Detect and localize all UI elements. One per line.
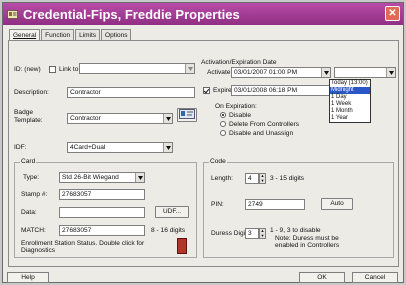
duration-option[interactable]: 1 Week [330,101,370,108]
properties-window: Credential-Fips, Freddie Properties ✕ Ge… [2,2,404,283]
chevron-down-icon [135,173,144,182]
app-icon [7,9,18,20]
length-hint: 3 - 15 digits [270,175,305,182]
duration-dropdown-list[interactable]: Today (13:00) Midnight 1 Day 1 Week 1 Mo… [329,79,371,123]
activate-datetime[interactable]: 03/01/2007 01:00 PM [231,67,331,78]
duress-hint: 1 - 9, 3 to disable [270,227,321,234]
stamp-input[interactable]: 27683057 [59,189,145,200]
id-label: ID: (new) [14,66,41,73]
card-group-title: Card [20,158,37,166]
close-button[interactable]: ✕ [385,6,400,21]
chevron-down-icon [321,68,330,77]
badge-template-select[interactable]: Contractor [67,113,173,124]
link-to-select[interactable] [79,63,195,74]
cancel-button[interactable]: Cancel [352,272,398,283]
badge-template-label: Badge Template: [14,109,43,124]
expires-checkbox[interactable] [203,87,210,94]
link-to-checkbox[interactable] [49,66,56,73]
enrollment-status-text: Enrollment Station Status. Double click … [21,240,145,254]
match-value: 27683057 [62,227,92,234]
auto-button[interactable]: Auto [321,198,353,210]
expires-value: 03/01/2008 06:18 PM [234,87,298,94]
duress-spinner[interactable]: ▲ ▼ [259,228,266,239]
pin-label: PIN: [211,201,224,208]
match-input[interactable]: 27683057 [59,225,145,236]
radio-disable-and-unassign[interactable] [220,130,226,136]
duration-option-selected[interactable]: Midnight [330,87,370,94]
expires-datetime[interactable]: 03/01/2008 06:18 PM [231,85,331,96]
radio-disable-label: Disable [229,112,251,119]
idf-value: 4Card+Dual [70,144,106,151]
duress-input[interactable]: 3 [245,228,259,239]
length-input[interactable]: 4 [245,173,259,184]
radio-delete-label: Delete From Controllers [229,121,299,128]
match-hint: 8 - 16 digits [151,227,186,234]
chevron-down-icon [185,64,194,73]
activate-value: 03/01/2007 01:00 PM [234,69,298,76]
duress-value: 3 [248,230,252,237]
on-expiration-label: On Expiration: [215,103,257,110]
duress-label: Duress Digit: [211,230,249,237]
card-type-label: Type: [23,174,40,181]
idf-label: IDF: [14,144,27,151]
general-panel: ID: (new) Link to: Description: Contract… [8,40,399,267]
duration-option[interactable]: Today (13:00) [330,80,370,87]
badge-icon [179,109,195,121]
data-label: Data: [21,209,37,216]
enrollment-station-icon[interactable] [177,238,187,254]
code-group-title: Code [209,158,227,166]
activation-group-title: Activation/Expiration Date [201,59,277,66]
duration-option[interactable]: 1 Year [330,115,370,122]
radio-delete-from-controllers[interactable] [220,121,226,127]
stamp-value: 27683057 [62,191,92,198]
chevron-down-icon [163,114,172,123]
duration-select[interactable] [334,67,396,78]
stamp-label: Stamp #: [21,191,48,198]
close-icon: ✕ [388,8,397,19]
activate-label: Activate: [207,69,233,76]
pin-value: 2749 [248,201,263,208]
match-label: MATCH: [21,227,46,234]
card-type-value: Std 26-Bit Wiegand [62,174,119,181]
idf-select[interactable]: 4Card+Dual [67,142,173,153]
data-input[interactable] [59,207,145,218]
length-spinner[interactable]: ▲ ▼ [259,173,266,184]
duress-note: Note: Duress must be enabled in Controll… [275,235,340,249]
badge-designer-button[interactable] [177,108,197,122]
length-value: 4 [248,175,252,182]
udf-button[interactable]: UDF... [155,206,189,218]
title-bar: Credential-Fips, Freddie Properties ✕ [3,3,403,25]
pin-input[interactable]: 2749 [245,199,305,210]
radio-disable-unassign-label: Disable and Unassign [229,130,294,137]
link-to-label: Link to: [59,66,81,73]
length-label: Length: [211,175,233,182]
card-type-select[interactable]: Std 26-Bit Wiegand [59,172,145,183]
radio-disable[interactable] [220,112,226,118]
badge-template-value: Contractor [70,115,101,122]
description-input[interactable]: Contractor [67,87,195,98]
description-value: Contractor [70,89,101,96]
description-label: Description: [14,89,49,96]
chevron-down-icon [386,68,395,77]
duration-option[interactable]: 1 Month [330,108,370,115]
chevron-down-icon [163,143,172,152]
duration-option[interactable]: 1 Day [330,94,370,101]
help-button[interactable]: Help [7,272,49,283]
window-title: Credential-Fips, Freddie Properties [23,6,240,22]
ok-button[interactable]: OK [299,272,345,283]
